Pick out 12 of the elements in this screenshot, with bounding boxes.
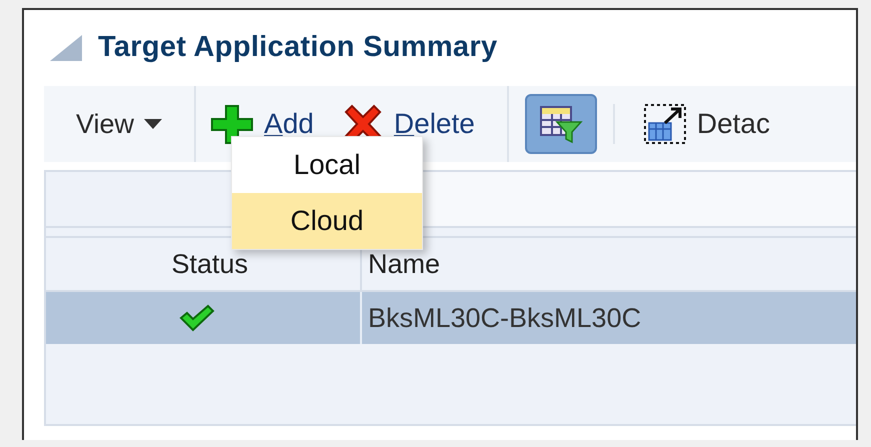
- view-menu-button[interactable]: View: [44, 86, 194, 162]
- toolbar-button[interactable]: Detac: [628, 94, 784, 154]
- table-row[interactable]: BksML30C-BksML30C: [46, 292, 856, 344]
- panel-title: Target Application Summary: [98, 30, 498, 66]
- checkmark-icon: [179, 304, 215, 332]
- plus-icon: [210, 104, 254, 144]
- detach-table-icon: [642, 103, 687, 145]
- filter-toggle-button[interactable]: [524, 94, 597, 154]
- menu-item[interactable]: Local: [232, 137, 422, 193]
- menu-item[interactable]: Cloud: [232, 193, 422, 249]
- table-cell-text: BksML30C-BksML30C: [367, 302, 642, 335]
- caret-icon: [144, 119, 162, 129]
